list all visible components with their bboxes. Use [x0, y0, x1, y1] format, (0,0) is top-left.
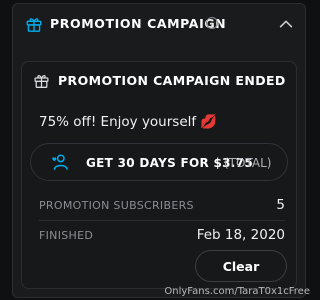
subscribers-value: 5: [276, 197, 285, 213]
offer-total-label: (TOTAL): [224, 156, 272, 170]
gift-icon: [34, 75, 49, 88]
chevron-up-icon[interactable]: [277, 15, 295, 33]
gift-icon: [26, 18, 42, 32]
info-icon[interactable]: i: [206, 17, 218, 29]
campaign-card: PROMOTION CAMPAIGN ENDED 75% off! Enjoy …: [21, 61, 297, 289]
watermark: OnlyFans.com/TaraT0x1cFree: [164, 286, 310, 297]
promotion-panel: PROMOTION CAMPAIGN i PROMOTION CAMPAIGN …: [12, 3, 306, 298]
panel-title: PROMOTION CAMPAIGN: [50, 16, 227, 31]
subscribers-label: PROMOTION SUBSCRIBERS: [39, 199, 194, 212]
row-divider: [39, 220, 285, 221]
discount-text: 75% off! Enjoy yourself 💋: [39, 114, 218, 130]
campaign-ended-title: PROMOTION CAMPAIGN ENDED: [58, 73, 286, 88]
panel-header[interactable]: PROMOTION CAMPAIGN i: [13, 4, 305, 44]
finished-label: FINISHED: [39, 229, 94, 242]
finished-date: Feb 18, 2020: [196, 227, 285, 243]
subscribe-offer-button[interactable]: GET 30 DAYS FOR $3.75 (TOTAL): [30, 143, 288, 181]
user-heart-icon: [52, 154, 68, 170]
clear-button[interactable]: Clear: [195, 250, 287, 282]
